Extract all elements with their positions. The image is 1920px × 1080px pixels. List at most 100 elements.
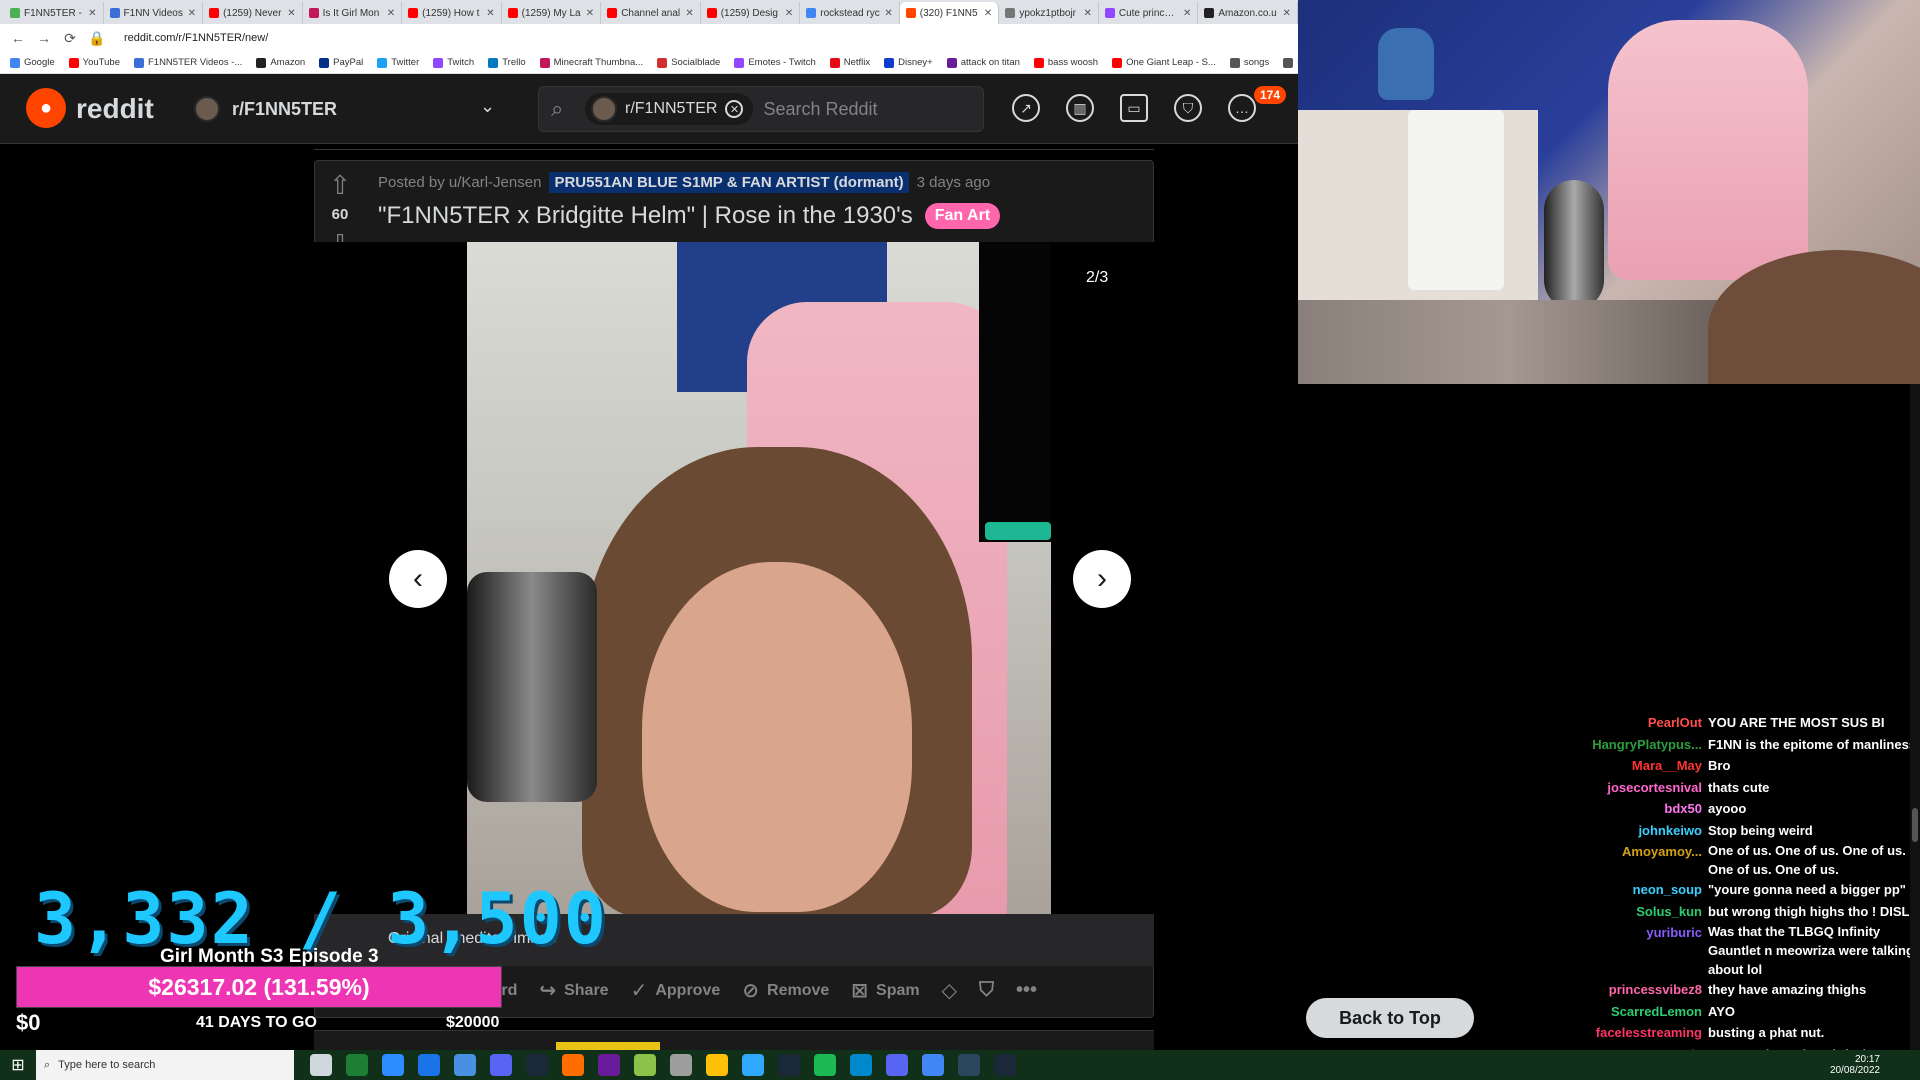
windows-start-icon[interactable]: ⊞	[0, 1050, 36, 1080]
browser-tab[interactable]: (1259) Never ✕	[203, 2, 303, 24]
bookmark[interactable]: Twitter	[377, 57, 419, 68]
taskbar-app-icon[interactable]	[634, 1054, 656, 1076]
browser-tab[interactable]: rockstead ryc ✕	[800, 2, 900, 24]
browser-tab[interactable]: (1259) Desig ✕	[701, 2, 801, 24]
close-icon[interactable]: ✕	[1283, 8, 1291, 19]
post-time[interactable]: 3 days ago	[917, 174, 990, 191]
bookmark[interactable]: Minecraft Thumbna...	[539, 57, 643, 68]
chat-username[interactable]: johnkeiwo	[1556, 820, 1702, 842]
system-clock[interactable]: 20:17 20/08/2022	[1830, 1054, 1880, 1076]
back-icon[interactable]: ←	[10, 30, 26, 46]
taskbar-app-icon[interactable]	[814, 1054, 836, 1076]
close-icon[interactable]: ✕	[725, 100, 744, 118]
browser-tab[interactable]: (1259) My La ✕	[502, 2, 602, 24]
page-scrollbar-thumb[interactable]	[1912, 808, 1918, 842]
shield-icon[interactable]: ⛉	[1174, 94, 1202, 122]
forward-icon[interactable]: →	[36, 30, 52, 46]
chat-username[interactable]: neon_soup	[1556, 879, 1702, 901]
bookmark[interactable]: Google	[10, 57, 55, 68]
bookmark[interactable]: me	[1283, 57, 1298, 68]
chat-username[interactable]: Amoyamoy...	[1556, 841, 1702, 879]
taskbar-app-icon[interactable]	[490, 1054, 512, 1076]
bookmark[interactable]: Socialblade	[657, 57, 720, 68]
chat-username[interactable]: HangryPlatypus...	[1556, 734, 1702, 756]
approve-button[interactable]: ✓ Approve	[631, 978, 721, 1003]
taskbar-app-icon[interactable]	[526, 1054, 548, 1076]
search-input[interactable]: Search Reddit	[763, 99, 877, 120]
browser-tab[interactable]: ypokz1ptbojr ✕	[999, 2, 1099, 24]
chat-username[interactable]: yuriburic	[1556, 922, 1702, 979]
taskbar-app-icon[interactable]	[958, 1054, 980, 1076]
url-field[interactable]: reddit.com/r/F1NN5TER/new/	[124, 32, 268, 44]
bookmark[interactable]: Disney+	[884, 57, 933, 68]
bookmark[interactable]: PayPal	[319, 57, 363, 68]
tag-button[interactable]: ◇	[942, 978, 957, 1003]
taskbar-app-icon[interactable]	[562, 1054, 584, 1076]
browser-tab[interactable]: (320) F1NN5 ✕	[899, 2, 1000, 24]
mod-queue-icon[interactable]: ▭	[1120, 94, 1148, 122]
close-icon[interactable]: ✕	[88, 8, 96, 19]
reload-icon[interactable]: ⟳	[62, 30, 78, 47]
next-post-card[interactable]	[314, 1030, 1154, 1050]
close-icon[interactable]: ✕	[685, 8, 693, 19]
taskbar-app-icon[interactable]	[346, 1054, 368, 1076]
more-button[interactable]: •••	[1016, 979, 1037, 1002]
close-icon[interactable]: ✕	[188, 8, 196, 19]
close-icon[interactable]: ✕	[984, 8, 992, 19]
reddit-logo-icon[interactable]: ●	[26, 88, 66, 128]
browser-tab[interactable]: Cute princess ✕	[1099, 2, 1199, 24]
browser-tab[interactable]: F1NN Videos ✕	[104, 2, 204, 24]
chat-username[interactable]: princessvibez8	[1556, 979, 1702, 1001]
taskbar-app-icon[interactable]	[382, 1054, 404, 1076]
close-icon[interactable]: ✕	[1083, 8, 1091, 19]
bookmark[interactable]: Twitch	[433, 57, 474, 68]
all-icon[interactable]: ▥	[1066, 94, 1094, 122]
bookmark[interactable]: YouTube	[68, 57, 120, 68]
post-title-row[interactable]: "F1NN5TER x Bridgitte Helm" | Rose in th…	[378, 202, 1001, 230]
close-icon[interactable]: ✕	[387, 8, 395, 19]
popular-icon[interactable]: ↗	[1012, 94, 1040, 122]
browser-tab[interactable]: F1NN5TER - ✕	[4, 2, 104, 24]
taskbar-app-icon[interactable]	[418, 1054, 440, 1076]
post-title[interactable]: "F1NN5TER x Bridgitte Helm" | Rose in th…	[378, 202, 913, 230]
search-community-chip[interactable]: r/F1NN5TER ✕	[585, 93, 754, 125]
bookmark[interactable]: songs	[1229, 57, 1269, 68]
shield-button[interactable]: ⛉	[979, 979, 994, 1002]
close-icon[interactable]: ✕	[1183, 8, 1191, 19]
taskbar-app-icon[interactable]	[994, 1054, 1016, 1076]
chat-icon[interactable]: …	[1228, 94, 1256, 122]
chat-username[interactable]: bdx50	[1556, 798, 1702, 820]
chat-username[interactable]: facelesstreaming	[1556, 1022, 1702, 1044]
bookmark[interactable]: Emotes - Twitch	[734, 57, 816, 68]
post-flair[interactable]: Fan Art	[924, 203, 1001, 229]
share-button[interactable]: ↪ Share	[539, 978, 608, 1003]
chevron-down-icon[interactable]: ⌄	[480, 96, 495, 117]
browser-tab[interactable]: Amazon.co.u ✕	[1198, 2, 1298, 24]
gallery-image[interactable]	[467, 242, 1051, 914]
taskbar-app-icon[interactable]	[454, 1054, 476, 1076]
close-icon[interactable]: ✕	[586, 8, 594, 19]
bookmark[interactable]: F1NN5TER Videos -...	[133, 57, 242, 68]
bookmark[interactable]: bass woosh	[1033, 57, 1098, 68]
bookmark[interactable]: Trello	[488, 57, 526, 68]
close-icon[interactable]: ✕	[884, 8, 892, 19]
browser-tab[interactable]: Channel anal ✕	[601, 2, 701, 24]
back-to-top-button[interactable]: Back to Top	[1306, 998, 1474, 1038]
reddit-wordmark[interactable]: reddit	[76, 93, 154, 125]
taskbar-app-icon[interactable]	[886, 1054, 908, 1076]
taskbar-app-icon[interactable]	[310, 1054, 332, 1076]
browser-tab[interactable]: (1259) How t ✕	[402, 2, 502, 24]
taskbar-search-input[interactable]: Type here to search	[58, 1059, 155, 1071]
taskbar-app-icon[interactable]	[850, 1054, 872, 1076]
taskbar-search[interactable]: ⌕ Type here to search	[36, 1050, 294, 1080]
taskbar-app-icon[interactable]	[922, 1054, 944, 1076]
community-switcher[interactable]: r/F1NN5TER	[194, 96, 337, 122]
taskbar-app-icon[interactable]	[598, 1054, 620, 1076]
bookmark[interactable]: Netflix	[829, 57, 870, 68]
taskbar-app-icon[interactable]	[742, 1054, 764, 1076]
browser-tab[interactable]: Is It Girl Mon ✕	[303, 2, 403, 24]
taskbar-app-icon[interactable]	[706, 1054, 728, 1076]
spam-button[interactable]: ⊠ Spam	[851, 978, 919, 1003]
chat-username[interactable]: Mara__May	[1556, 755, 1702, 777]
close-icon[interactable]: ✕	[785, 8, 793, 19]
